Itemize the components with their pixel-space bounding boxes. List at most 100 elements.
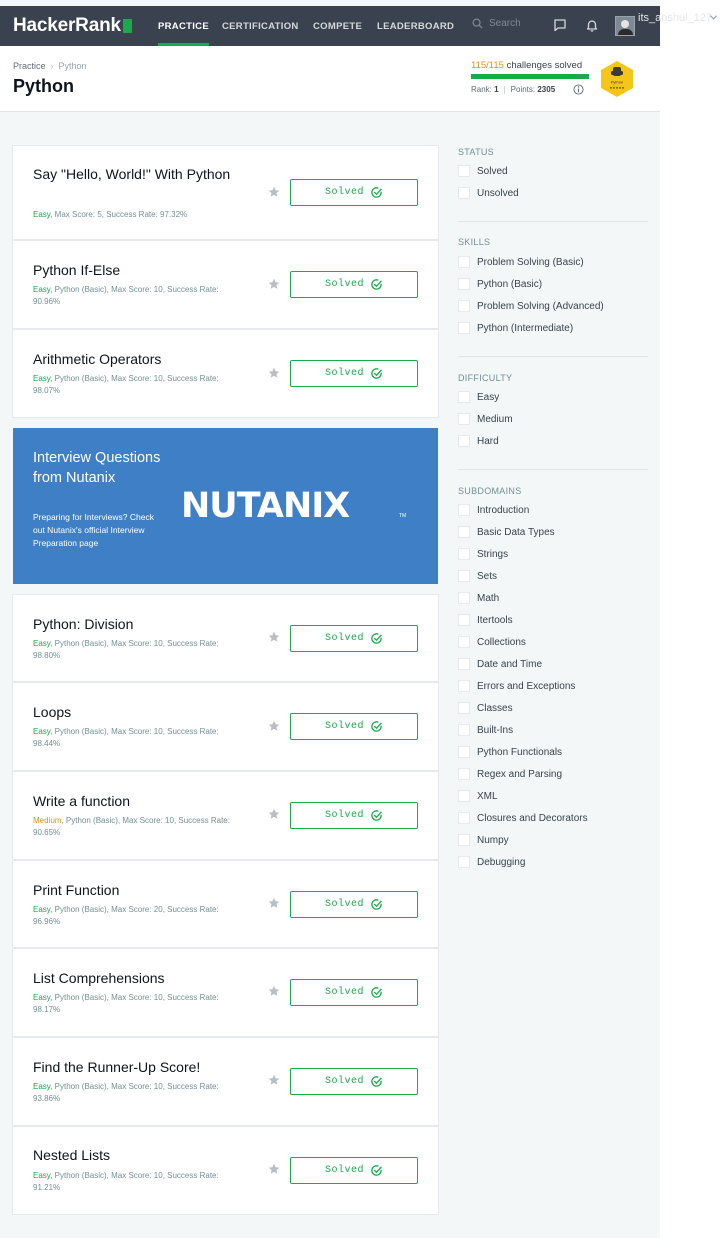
filter-option[interactable]: Collections xyxy=(458,631,648,653)
solved-button[interactable]: Solved xyxy=(290,271,418,298)
challenge-card[interactable]: Loops Easy, Python (Basic), Max Score: 1… xyxy=(13,683,438,770)
filter-option[interactable]: Python (Intermediate) xyxy=(458,317,648,339)
filter-option[interactable]: Unsolved xyxy=(458,182,648,204)
notifications-bell-icon[interactable] xyxy=(585,18,599,32)
solved-button[interactable]: Solved xyxy=(290,360,418,387)
checkbox[interactable] xyxy=(458,746,470,758)
search-box[interactable]: Search xyxy=(472,18,521,29)
challenge-card[interactable]: Say "Hello, World!" With Python Easy, Ma… xyxy=(13,146,438,239)
challenge-title[interactable]: Write a function xyxy=(33,791,233,811)
username[interactable]: its_anshul_127 xyxy=(638,12,712,24)
challenge-title[interactable]: List Comprehensions xyxy=(33,968,233,988)
challenge-title[interactable]: Find the Runner-Up Score! xyxy=(33,1057,233,1077)
filter-option[interactable]: Classes xyxy=(458,697,648,719)
challenge-title[interactable]: Print Function xyxy=(33,880,233,900)
breadcrumb-practice[interactable]: Practice xyxy=(13,61,46,71)
solved-button[interactable]: Solved xyxy=(290,802,418,829)
challenge-title[interactable]: Python: Division xyxy=(33,614,233,634)
search-input[interactable]: Search xyxy=(489,18,521,29)
checkbox[interactable] xyxy=(458,680,470,692)
filter-option[interactable]: Basic Data Types xyxy=(458,521,648,543)
bookmark-star-icon[interactable] xyxy=(268,985,280,997)
challenge-card[interactable]: Write a function Medium, Python (Basic),… xyxy=(13,772,438,859)
checkbox[interactable] xyxy=(458,856,470,868)
filter-option[interactable]: Itertools xyxy=(458,609,648,631)
filter-option[interactable]: Hard xyxy=(458,430,648,452)
nav-compete[interactable]: COMPETE xyxy=(313,6,362,46)
bookmark-star-icon[interactable] xyxy=(268,278,280,290)
filter-option[interactable]: Easy xyxy=(458,386,648,408)
filter-option[interactable]: Strings xyxy=(458,543,648,565)
challenge-card[interactable]: List Comprehensions Easy, Python (Basic)… xyxy=(13,949,438,1036)
checkbox[interactable] xyxy=(458,592,470,604)
checkbox[interactable] xyxy=(458,702,470,714)
nav-certification[interactable]: CERTIFICATION xyxy=(222,6,299,46)
filter-option[interactable]: Numpy xyxy=(458,829,648,851)
filter-option[interactable]: Math xyxy=(458,587,648,609)
challenge-card[interactable]: Arithmetic Operators Easy, Python (Basic… xyxy=(13,330,438,417)
checkbox[interactable] xyxy=(458,256,470,268)
solved-button[interactable]: Solved xyxy=(290,1157,418,1184)
checkbox[interactable] xyxy=(458,614,470,626)
checkbox[interactable] xyxy=(458,278,470,290)
checkbox[interactable] xyxy=(458,435,470,447)
avatar[interactable] xyxy=(615,16,635,36)
filter-option[interactable]: Introduction xyxy=(458,499,648,521)
checkbox[interactable] xyxy=(458,570,470,582)
checkbox[interactable] xyxy=(458,636,470,648)
bookmark-star-icon[interactable] xyxy=(268,631,280,643)
filter-option[interactable]: Date and Time xyxy=(458,653,648,675)
solved-button[interactable]: Solved xyxy=(290,713,418,740)
filter-option[interactable]: Built-Ins xyxy=(458,719,648,741)
solved-button[interactable]: Solved xyxy=(290,1068,418,1095)
checkbox[interactable] xyxy=(458,834,470,846)
checkbox[interactable] xyxy=(458,526,470,538)
challenge-card[interactable]: Nested Lists Easy, Python (Basic), Max S… xyxy=(13,1127,438,1214)
bookmark-star-icon[interactable] xyxy=(268,720,280,732)
filter-option[interactable]: Debugging xyxy=(458,851,648,873)
solved-button[interactable]: Solved xyxy=(290,625,418,652)
checkbox[interactable] xyxy=(458,165,470,177)
checkbox[interactable] xyxy=(458,391,470,403)
filter-option[interactable]: Sets xyxy=(458,565,648,587)
filter-option[interactable]: Problem Solving (Advanced) xyxy=(458,295,648,317)
filter-option[interactable]: Errors and Exceptions xyxy=(458,675,648,697)
python-badge-icon[interactable]: Python ★★★★★ xyxy=(598,60,636,98)
checkbox[interactable] xyxy=(458,504,470,516)
challenge-card[interactable]: Print Function Easy, Python (Basic), Max… xyxy=(13,861,438,947)
nutanix-promo-banner[interactable]: Interview Questions from Nutanix Prepari… xyxy=(13,428,438,584)
challenge-card[interactable]: Python If-Else Easy, Python (Basic), Max… xyxy=(13,241,438,328)
filter-option[interactable]: Problem Solving (Basic) xyxy=(458,251,648,273)
filter-option[interactable]: Python Functionals xyxy=(458,741,648,763)
hackerrank-logo[interactable]: HackerRank xyxy=(13,15,132,37)
checkbox[interactable] xyxy=(458,812,470,824)
solved-button[interactable]: Solved xyxy=(290,891,418,918)
challenge-title[interactable]: Python If-Else xyxy=(33,260,233,280)
challenge-title[interactable]: Nested Lists xyxy=(33,1145,233,1165)
messages-icon[interactable] xyxy=(553,18,567,32)
solved-button[interactable]: Solved xyxy=(290,979,418,1006)
checkbox[interactable] xyxy=(458,187,470,199)
challenge-title[interactable]: Say "Hello, World!" With Python xyxy=(33,164,233,184)
nav-practice[interactable]: PRACTICE xyxy=(158,6,209,46)
challenge-card[interactable]: Find the Runner-Up Score! Easy, Python (… xyxy=(13,1038,438,1125)
bookmark-star-icon[interactable] xyxy=(268,808,280,820)
checkbox[interactable] xyxy=(458,322,470,334)
checkbox[interactable] xyxy=(458,724,470,736)
filter-option[interactable]: Python (Basic) xyxy=(458,273,648,295)
checkbox[interactable] xyxy=(458,790,470,802)
nav-leaderboard[interactable]: LEADERBOARD xyxy=(377,6,454,46)
filter-option[interactable]: Closures and Decorators xyxy=(458,807,648,829)
solved-button[interactable]: Solved xyxy=(290,179,418,206)
challenge-title[interactable]: Arithmetic Operators xyxy=(33,349,233,369)
checkbox[interactable] xyxy=(458,768,470,780)
filter-option[interactable]: Regex and Parsing xyxy=(458,763,648,785)
filter-option[interactable]: Solved xyxy=(458,160,648,182)
bookmark-star-icon[interactable] xyxy=(268,1074,280,1086)
challenge-title[interactable]: Loops xyxy=(33,702,233,722)
filter-option[interactable]: XML xyxy=(458,785,648,807)
checkbox[interactable] xyxy=(458,548,470,560)
checkbox[interactable] xyxy=(458,658,470,670)
bookmark-star-icon[interactable] xyxy=(268,897,280,909)
filter-option[interactable]: Medium xyxy=(458,408,648,430)
